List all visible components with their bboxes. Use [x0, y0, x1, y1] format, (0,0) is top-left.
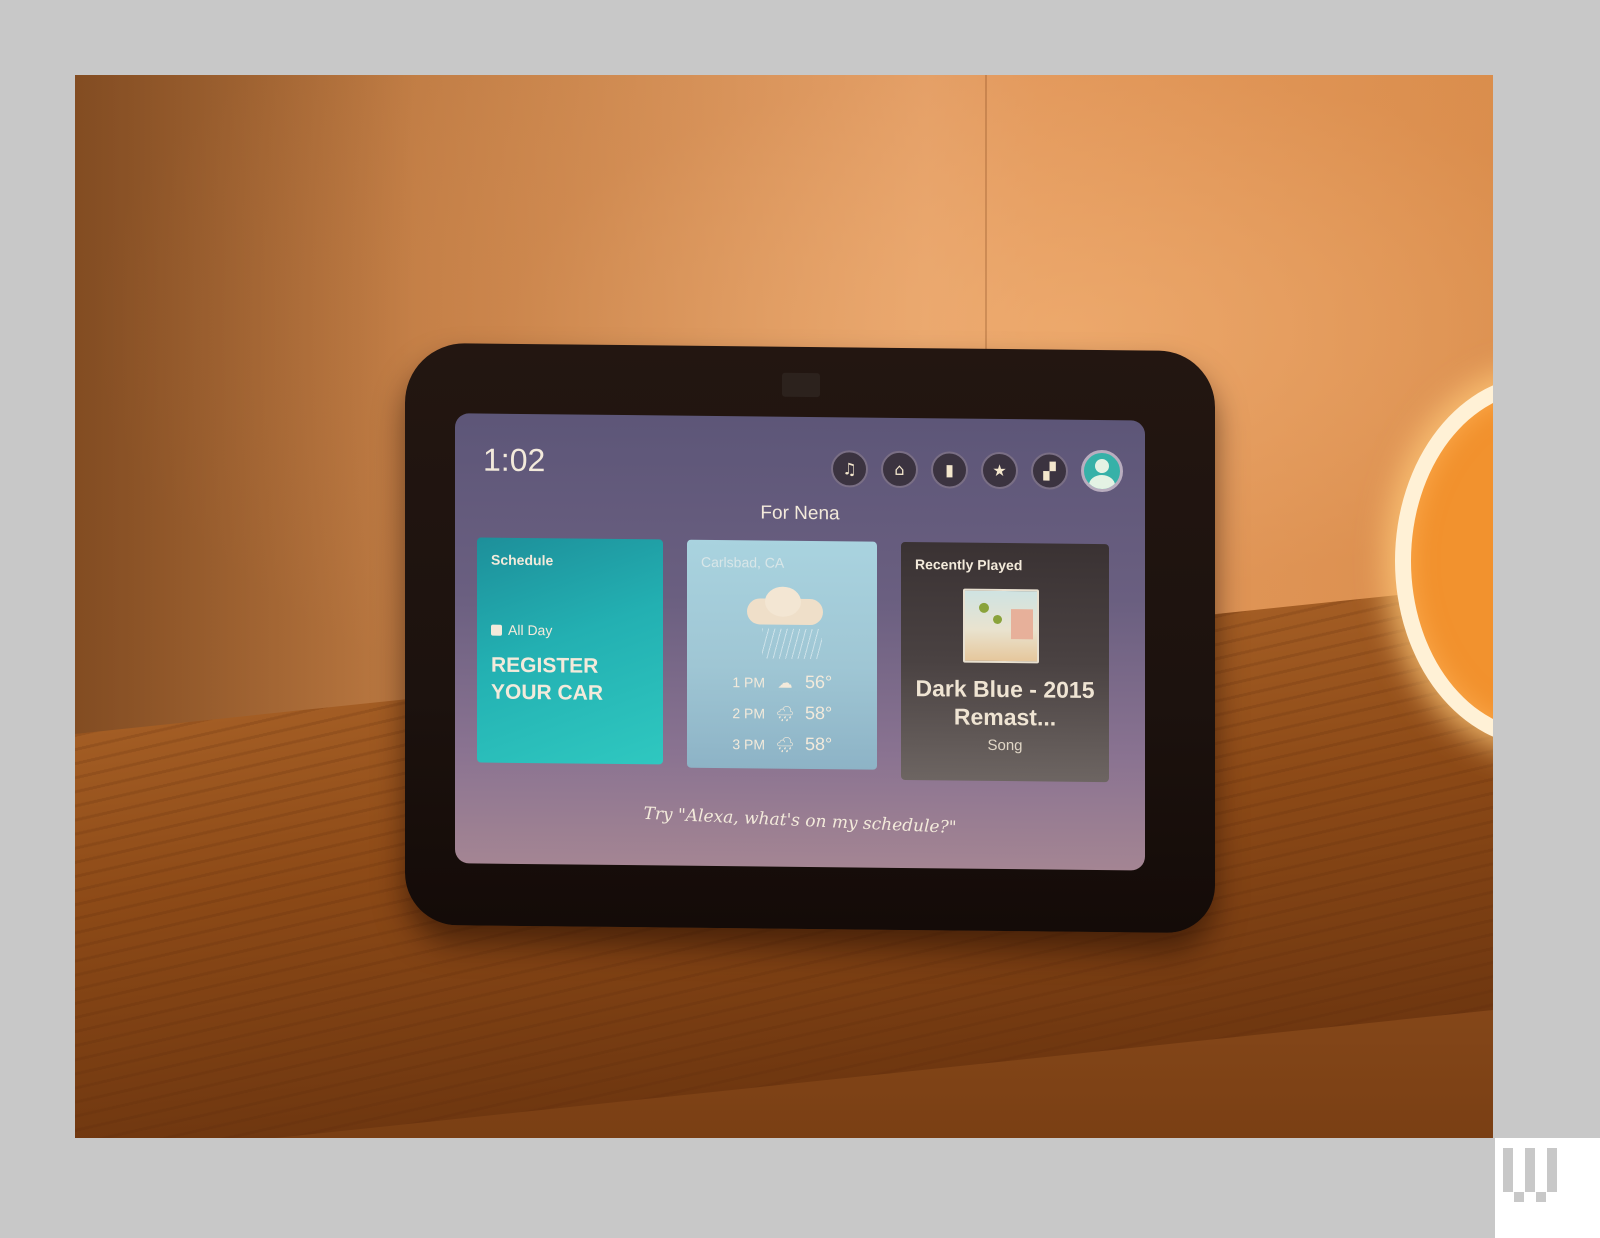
forecast-temp: 58°: [805, 733, 833, 755]
smart-home-glyph: ⌂: [894, 459, 905, 479]
album-art-detail: [1011, 609, 1033, 640]
wired-logo-icon: [1503, 1148, 1559, 1204]
song-title: Dark Blue - 2015 Remast...: [915, 675, 1095, 731]
star-glyph: ★: [992, 460, 1007, 480]
shopping-bag-icon[interactable]: ▮: [931, 450, 968, 489]
forecast-time: 3 PM: [732, 735, 765, 753]
calendar-icon: [491, 624, 502, 636]
camera-shutter: [782, 372, 820, 398]
forecast-time: 2 PM: [732, 704, 765, 722]
forecast-row: 3 PM 🌧 58°: [727, 728, 832, 760]
widget-glyph: ▞: [1043, 460, 1056, 481]
schedule-when-text: All Day: [508, 621, 553, 639]
avatar-head: [1095, 458, 1109, 474]
logo-bar: [1547, 1148, 1557, 1192]
for-user-label: For Nena: [760, 502, 840, 525]
cloud-part: [765, 586, 801, 617]
add-widget-icon[interactable]: ▞: [1031, 451, 1068, 490]
rain-icon: 🌧: [775, 705, 795, 723]
recently-played-card[interactable]: Recently Played Dark Blue - 2015 Remast.…: [901, 541, 1109, 783]
cloudy-icon: ☁: [777, 674, 793, 692]
music-icon[interactable]: ♫: [831, 449, 868, 488]
device-screen[interactable]: 1:02 ♫ ⌂ ▮ ★ ▞ For Nena Schedule All Day: [455, 413, 1145, 871]
smart-home-icon[interactable]: ⌂: [881, 450, 918, 488]
schedule-title: Schedule: [491, 551, 554, 569]
photo: 1:02 ♫ ⌂ ▮ ★ ▞ For Nena Schedule All Day: [75, 75, 1493, 1138]
forecast-row: 1 PM ☁ 56°: [727, 666, 832, 698]
song-type: Song: [987, 736, 1023, 755]
rain-drops-icon: [762, 628, 822, 660]
profile-avatar-icon[interactable]: [1081, 449, 1123, 493]
wall-shadow: [75, 75, 415, 798]
forecast-temp: 56°: [805, 671, 833, 693]
logo-foot: [1536, 1192, 1546, 1202]
music-glyph: ♫: [842, 458, 857, 478]
schedule-event: REGISTER YOUR CAR: [491, 653, 604, 705]
forecast-temp: 58°: [805, 702, 833, 724]
avatar-body: [1089, 474, 1115, 493]
logo-bar: [1525, 1148, 1535, 1192]
logo-foot: [1514, 1192, 1524, 1202]
schedule-when: All Day: [491, 621, 553, 639]
weather-card[interactable]: Carlsbad, CA 1 PM ☁ 56° 2 PM 🌧 58° 3 PM …: [687, 539, 877, 770]
clock: 1:02: [483, 441, 546, 479]
schedule-card[interactable]: Schedule All Day REGISTER YOUR CAR: [477, 537, 663, 765]
favorites-star-icon[interactable]: ★: [981, 451, 1018, 489]
hourly-forecast: 1 PM ☁ 56° 2 PM 🌧 58° 3 PM 🌧 58°: [727, 666, 832, 760]
voice-hint: Try "Alexa, what's on my schedule?": [643, 803, 957, 838]
forecast-row: 2 PM 🌧 58°: [727, 697, 832, 729]
logo-bar: [1503, 1148, 1513, 1192]
recently-played-title: Recently Played: [915, 556, 1023, 574]
header-icons: ♫ ⌂ ▮ ★ ▞: [831, 447, 1123, 493]
forecast-time: 1 PM: [732, 673, 765, 691]
album-art-detail: [993, 614, 1002, 625]
weather-location: Carlsbad, CA: [701, 553, 785, 571]
rain-icon: 🌧: [775, 736, 795, 754]
shopping-bag-glyph: ▮: [945, 459, 954, 480]
echo-show-device: 1:02 ♫ ⌂ ▮ ★ ▞ For Nena Schedule All Day: [405, 342, 1215, 934]
album-art: [963, 588, 1039, 664]
rain-cloud-icon: [747, 586, 823, 627]
album-art-detail: [979, 602, 989, 613]
